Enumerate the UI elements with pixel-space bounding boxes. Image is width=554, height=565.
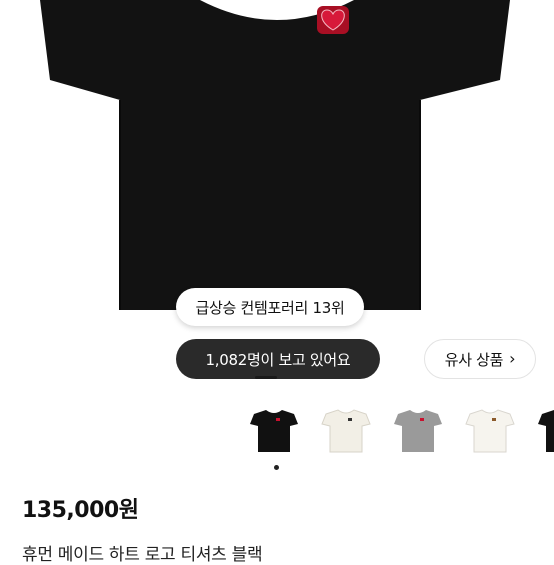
thumbnail-gray[interactable] [390, 402, 446, 458]
thumbnail-white[interactable] [462, 402, 518, 458]
chevron-right-icon: › [509, 349, 516, 368]
carousel-progress-indicator [255, 376, 277, 379]
heart-logo-icon [317, 6, 349, 34]
ranking-badge: 급상승 컨템포러리 13위 [176, 288, 364, 326]
product-price: 135,000원 [22, 498, 139, 523]
product-title: 휴먼 메이드 하트 로고 티셔츠 블랙 [22, 545, 263, 565]
thumbnail-black[interactable] [246, 402, 302, 458]
selected-thumbnail-dot [274, 465, 279, 470]
viewers-badge: 1,082명이 보고 있어요 [176, 339, 380, 379]
product-image-carousel[interactable]: 급상승 컨템포러리 13위 1,082명이 보고 있어요 유사 상품 › [0, 0, 554, 390]
thumbnail-black-2[interactable] [534, 402, 554, 458]
similar-products-button[interactable]: 유사 상품 › [424, 339, 536, 379]
similar-products-label: 유사 상품 [444, 350, 504, 369]
color-thumbnail-strip[interactable] [246, 402, 554, 460]
thumbnail-cream[interactable] [318, 402, 374, 458]
product-main-image [40, 0, 510, 310]
viewers-label: 1,082명이 보고 있어요 [205, 350, 351, 369]
ranking-badge-label: 급상승 컨템포러리 13위 [195, 298, 345, 317]
